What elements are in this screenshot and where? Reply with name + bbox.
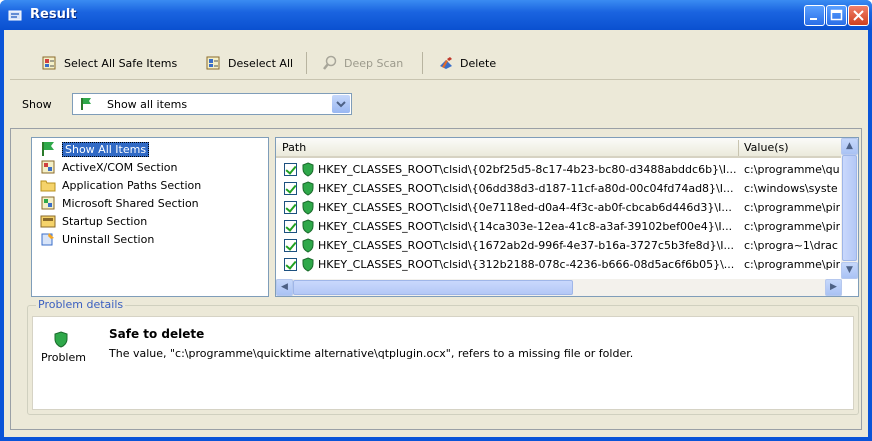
tree-item-label: ActiveX/COM Section <box>62 160 178 174</box>
component-icon <box>41 196 55 210</box>
row-path: HKEY_CLASSES_ROOT\clsid\{02bf25d5-8c17-4… <box>318 163 737 176</box>
flag-icon <box>81 98 91 110</box>
column-divider[interactable] <box>738 140 739 156</box>
row-value: c:\programme\pir <box>744 220 840 233</box>
scroll-left-button[interactable]: ◀ <box>276 279 293 296</box>
tree-item-show-all[interactable]: Show All Items <box>40 140 150 158</box>
tree-item-ms-shared[interactable]: Microsoft Shared Section <box>40 194 199 212</box>
show-filter-dropdown[interactable]: Show all items <box>72 93 352 115</box>
table-row[interactable]: HKEY_CLASSES_ROOT\clsid\{0e7118ed-d0a4-4… <box>276 198 842 217</box>
tree-item-label: Uninstall Section <box>62 232 155 246</box>
results-list[interactable]: Path Value(s) HKEY_CLASSES_ROOT\clsid\{0… <box>275 137 859 297</box>
chevron-down-icon <box>336 101 346 108</box>
problem-details-group: Problem details Problem Safe to delete T… <box>27 298 859 415</box>
problem-details-title: Problem details <box>36 298 126 311</box>
table-row[interactable]: HKEY_CLASSES_ROOT\clsid\{312b2188-078c-4… <box>276 255 842 274</box>
row-value: c:\programme\pir <box>744 201 840 214</box>
show-filter-value: Show all items <box>107 98 188 111</box>
tree-item-startup[interactable]: Startup Section <box>40 212 147 230</box>
minimize-icon <box>810 18 817 20</box>
select-all-safe-button[interactable]: Select All Safe Items <box>42 54 177 72</box>
shield-icon <box>302 200 314 215</box>
section-tree[interactable]: Show All Items ActiveX/COM Section Appli… <box>31 137 269 297</box>
row-value: c:\windows\syste <box>744 182 838 195</box>
row-path: HKEY_CLASSES_ROOT\clsid\{312b2188-078c-4… <box>318 258 735 271</box>
problem-details-body: Problem Safe to delete The value, "c:\pr… <box>32 316 854 410</box>
vertical-scroll-thumb[interactable] <box>842 155 857 261</box>
tree-item-app-paths[interactable]: Application Paths Section <box>40 176 201 194</box>
table-row[interactable]: HKEY_CLASSES_ROOT\clsid\{02bf25d5-8c17-4… <box>276 160 842 179</box>
title-bar[interactable]: Result <box>0 0 872 30</box>
dropdown-arrow-button[interactable] <box>332 95 350 113</box>
deep-scan-button[interactable]: Deep Scan <box>322 54 403 72</box>
problem-label: Problem <box>41 351 86 364</box>
row-checkbox[interactable] <box>284 258 297 271</box>
shield-icon <box>54 331 68 348</box>
scroll-up-button[interactable]: ▲ <box>841 138 858 155</box>
problem-heading: Safe to delete <box>109 327 205 341</box>
row-path: HKEY_CLASSES_ROOT\clsid\{1672ab2d-996f-4… <box>318 239 735 252</box>
filter-row: Show Show all items <box>10 88 860 120</box>
problem-message: The value, "c:\programme\quicktime alter… <box>109 347 634 360</box>
shield-icon <box>302 219 314 234</box>
deselect-all-button[interactable]: Deselect All <box>206 54 293 72</box>
row-value: c:\progra~1\drac <box>744 239 838 252</box>
result-window: Result Select All Safe Items Deselect Al… <box>0 0 872 441</box>
horizontal-scrollbar[interactable]: ◀ ▶ <box>276 279 842 296</box>
close-button[interactable] <box>848 5 869 26</box>
shield-icon <box>302 257 314 272</box>
scroll-right-button[interactable]: ▶ <box>825 279 842 296</box>
delete-button[interactable]: Delete <box>438 54 496 72</box>
tree-item-uninstall[interactable]: Uninstall Section <box>40 230 154 248</box>
client-area: Select All Safe Items Deselect All Deep … <box>4 30 868 437</box>
scroll-down-button[interactable]: ▼ <box>841 262 858 279</box>
delete-icon <box>440 57 452 69</box>
vertical-scrollbar[interactable]: ▲ ▼ <box>841 138 858 279</box>
minimize-button[interactable] <box>804 5 825 26</box>
list-header: Path Value(s) <box>276 138 842 158</box>
magnifier-icon <box>323 55 337 70</box>
flag-icon <box>42 142 54 156</box>
column-header-path[interactable]: Path <box>282 141 306 154</box>
tree-item-label: Application Paths Section <box>62 178 202 192</box>
toolbar-separator <box>306 52 307 74</box>
folder-icon <box>40 180 56 192</box>
tree-item-label: Show All Items <box>62 141 150 157</box>
toolbar-separator <box>422 52 423 74</box>
tree-item-activex[interactable]: ActiveX/COM Section <box>40 158 177 176</box>
row-checkbox[interactable] <box>284 163 297 176</box>
close-icon <box>853 10 864 21</box>
row-path: HKEY_CLASSES_ROOT\clsid\{14ca303e-12ea-4… <box>318 220 733 233</box>
row-checkbox[interactable] <box>284 239 297 252</box>
column-header-values[interactable]: Value(s) <box>744 141 789 154</box>
tree-item-label: Startup Section <box>62 214 148 228</box>
table-row[interactable]: HKEY_CLASSES_ROOT\clsid\{1672ab2d-996f-4… <box>276 236 842 255</box>
maximize-button[interactable] <box>826 5 847 26</box>
startup-icon <box>40 215 56 228</box>
row-value: c:\programme\qu <box>744 163 840 176</box>
select-all-icon <box>42 56 56 70</box>
row-checkbox[interactable] <box>284 201 297 214</box>
row-checkbox[interactable] <box>284 220 297 233</box>
table-row[interactable]: HKEY_CLASSES_ROOT\clsid\{14ca303e-12ea-4… <box>276 217 842 236</box>
window-title: Result <box>30 7 77 22</box>
maximize-icon <box>830 9 843 21</box>
shield-icon <box>302 162 314 177</box>
row-checkbox[interactable] <box>284 182 297 195</box>
component-icon <box>41 160 55 174</box>
row-value: c:\programme\pir <box>744 258 840 271</box>
results-panel: Show All Items ActiveX/COM Section Appli… <box>10 128 862 430</box>
horizontal-scroll-thumb[interactable] <box>293 280 573 295</box>
show-label: Show <box>22 98 52 111</box>
app-icon <box>8 10 22 21</box>
tree-item-label: Microsoft Shared Section <box>62 196 199 210</box>
toolbar: Select All Safe Items Deselect All Deep … <box>10 44 860 80</box>
table-row[interactable]: HKEY_CLASSES_ROOT\clsid\{06dd38d3-d187-1… <box>276 179 842 198</box>
row-path: HKEY_CLASSES_ROOT\clsid\{0e7118ed-d0a4-4… <box>318 201 732 214</box>
deselect-all-icon <box>206 56 220 70</box>
uninstall-icon <box>41 233 54 246</box>
row-path: HKEY_CLASSES_ROOT\clsid\{06dd38d3-d187-1… <box>318 182 734 195</box>
shield-icon <box>302 238 314 253</box>
shield-icon <box>302 181 314 196</box>
